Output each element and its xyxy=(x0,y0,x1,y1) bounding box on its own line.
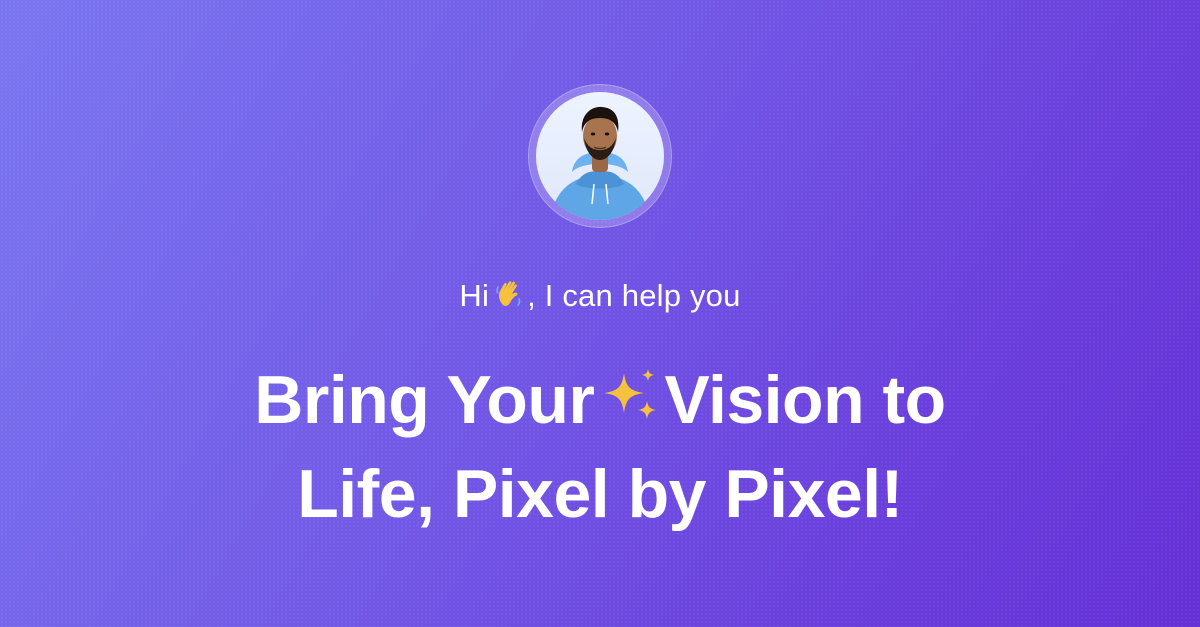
page-title: Bring Your Vision to Life, Pixel by Pixe… xyxy=(0,355,1200,539)
avatar-portrait xyxy=(550,106,650,220)
greeting-rest: , I can help you xyxy=(527,278,741,313)
waving-hand-icon xyxy=(495,279,525,317)
headline-line-1-start: Bring Your xyxy=(254,362,595,438)
headline-line-1-end: Vision to xyxy=(664,362,946,438)
avatar-ring xyxy=(528,84,672,228)
sparkles-icon xyxy=(600,359,662,449)
headline-line-2: Life, Pixel by Pixel! xyxy=(297,456,903,532)
greeting-text: Hi , I can help you xyxy=(0,278,1200,317)
headline-line-1: Bring Your Vision to xyxy=(0,355,1200,449)
greeting-hi: Hi xyxy=(459,278,490,313)
avatar xyxy=(536,92,664,220)
